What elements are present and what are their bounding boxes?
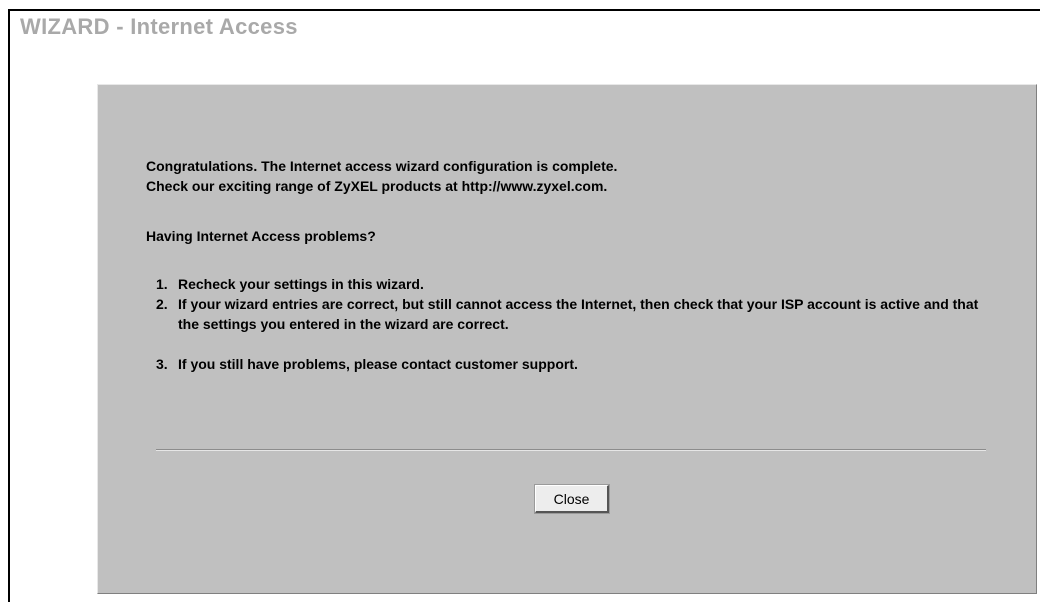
list-item-number: 3.	[156, 356, 168, 372]
list-item-number: 1.	[156, 276, 168, 292]
wizard-panel: Congratulations. The Internet access wiz…	[97, 84, 1037, 594]
troubleshooting-list: 1. Recheck your settings in this wizard.…	[146, 274, 996, 374]
close-button[interactable]: Close	[534, 484, 610, 514]
wizard-content: Congratulations. The Internet access wiz…	[146, 156, 996, 374]
list-item: 1. Recheck your settings in this wizard.	[146, 274, 996, 294]
list-item-text: If you still have problems, please conta…	[178, 356, 578, 372]
list-item-text: If your wizard entries are correct, but …	[178, 296, 979, 332]
problems-heading: Having Internet Access problems?	[146, 228, 376, 244]
divider	[156, 449, 986, 451]
intro-line-congratulations: Congratulations. The Internet access wiz…	[146, 158, 618, 174]
list-item: 3. If you still have problems, please co…	[146, 354, 996, 374]
list-item-text: Recheck your settings in this wizard.	[178, 276, 424, 292]
page-title: WIZARD - Internet Access	[20, 14, 298, 39]
intro-line-zyxel-link: Check our exciting range of ZyXEL produc…	[146, 178, 608, 194]
list-item: 2. If your wizard entries are correct, b…	[146, 294, 996, 334]
intro-text: Congratulations. The Internet access wiz…	[146, 156, 996, 196]
list-item-number: 2.	[156, 296, 168, 312]
